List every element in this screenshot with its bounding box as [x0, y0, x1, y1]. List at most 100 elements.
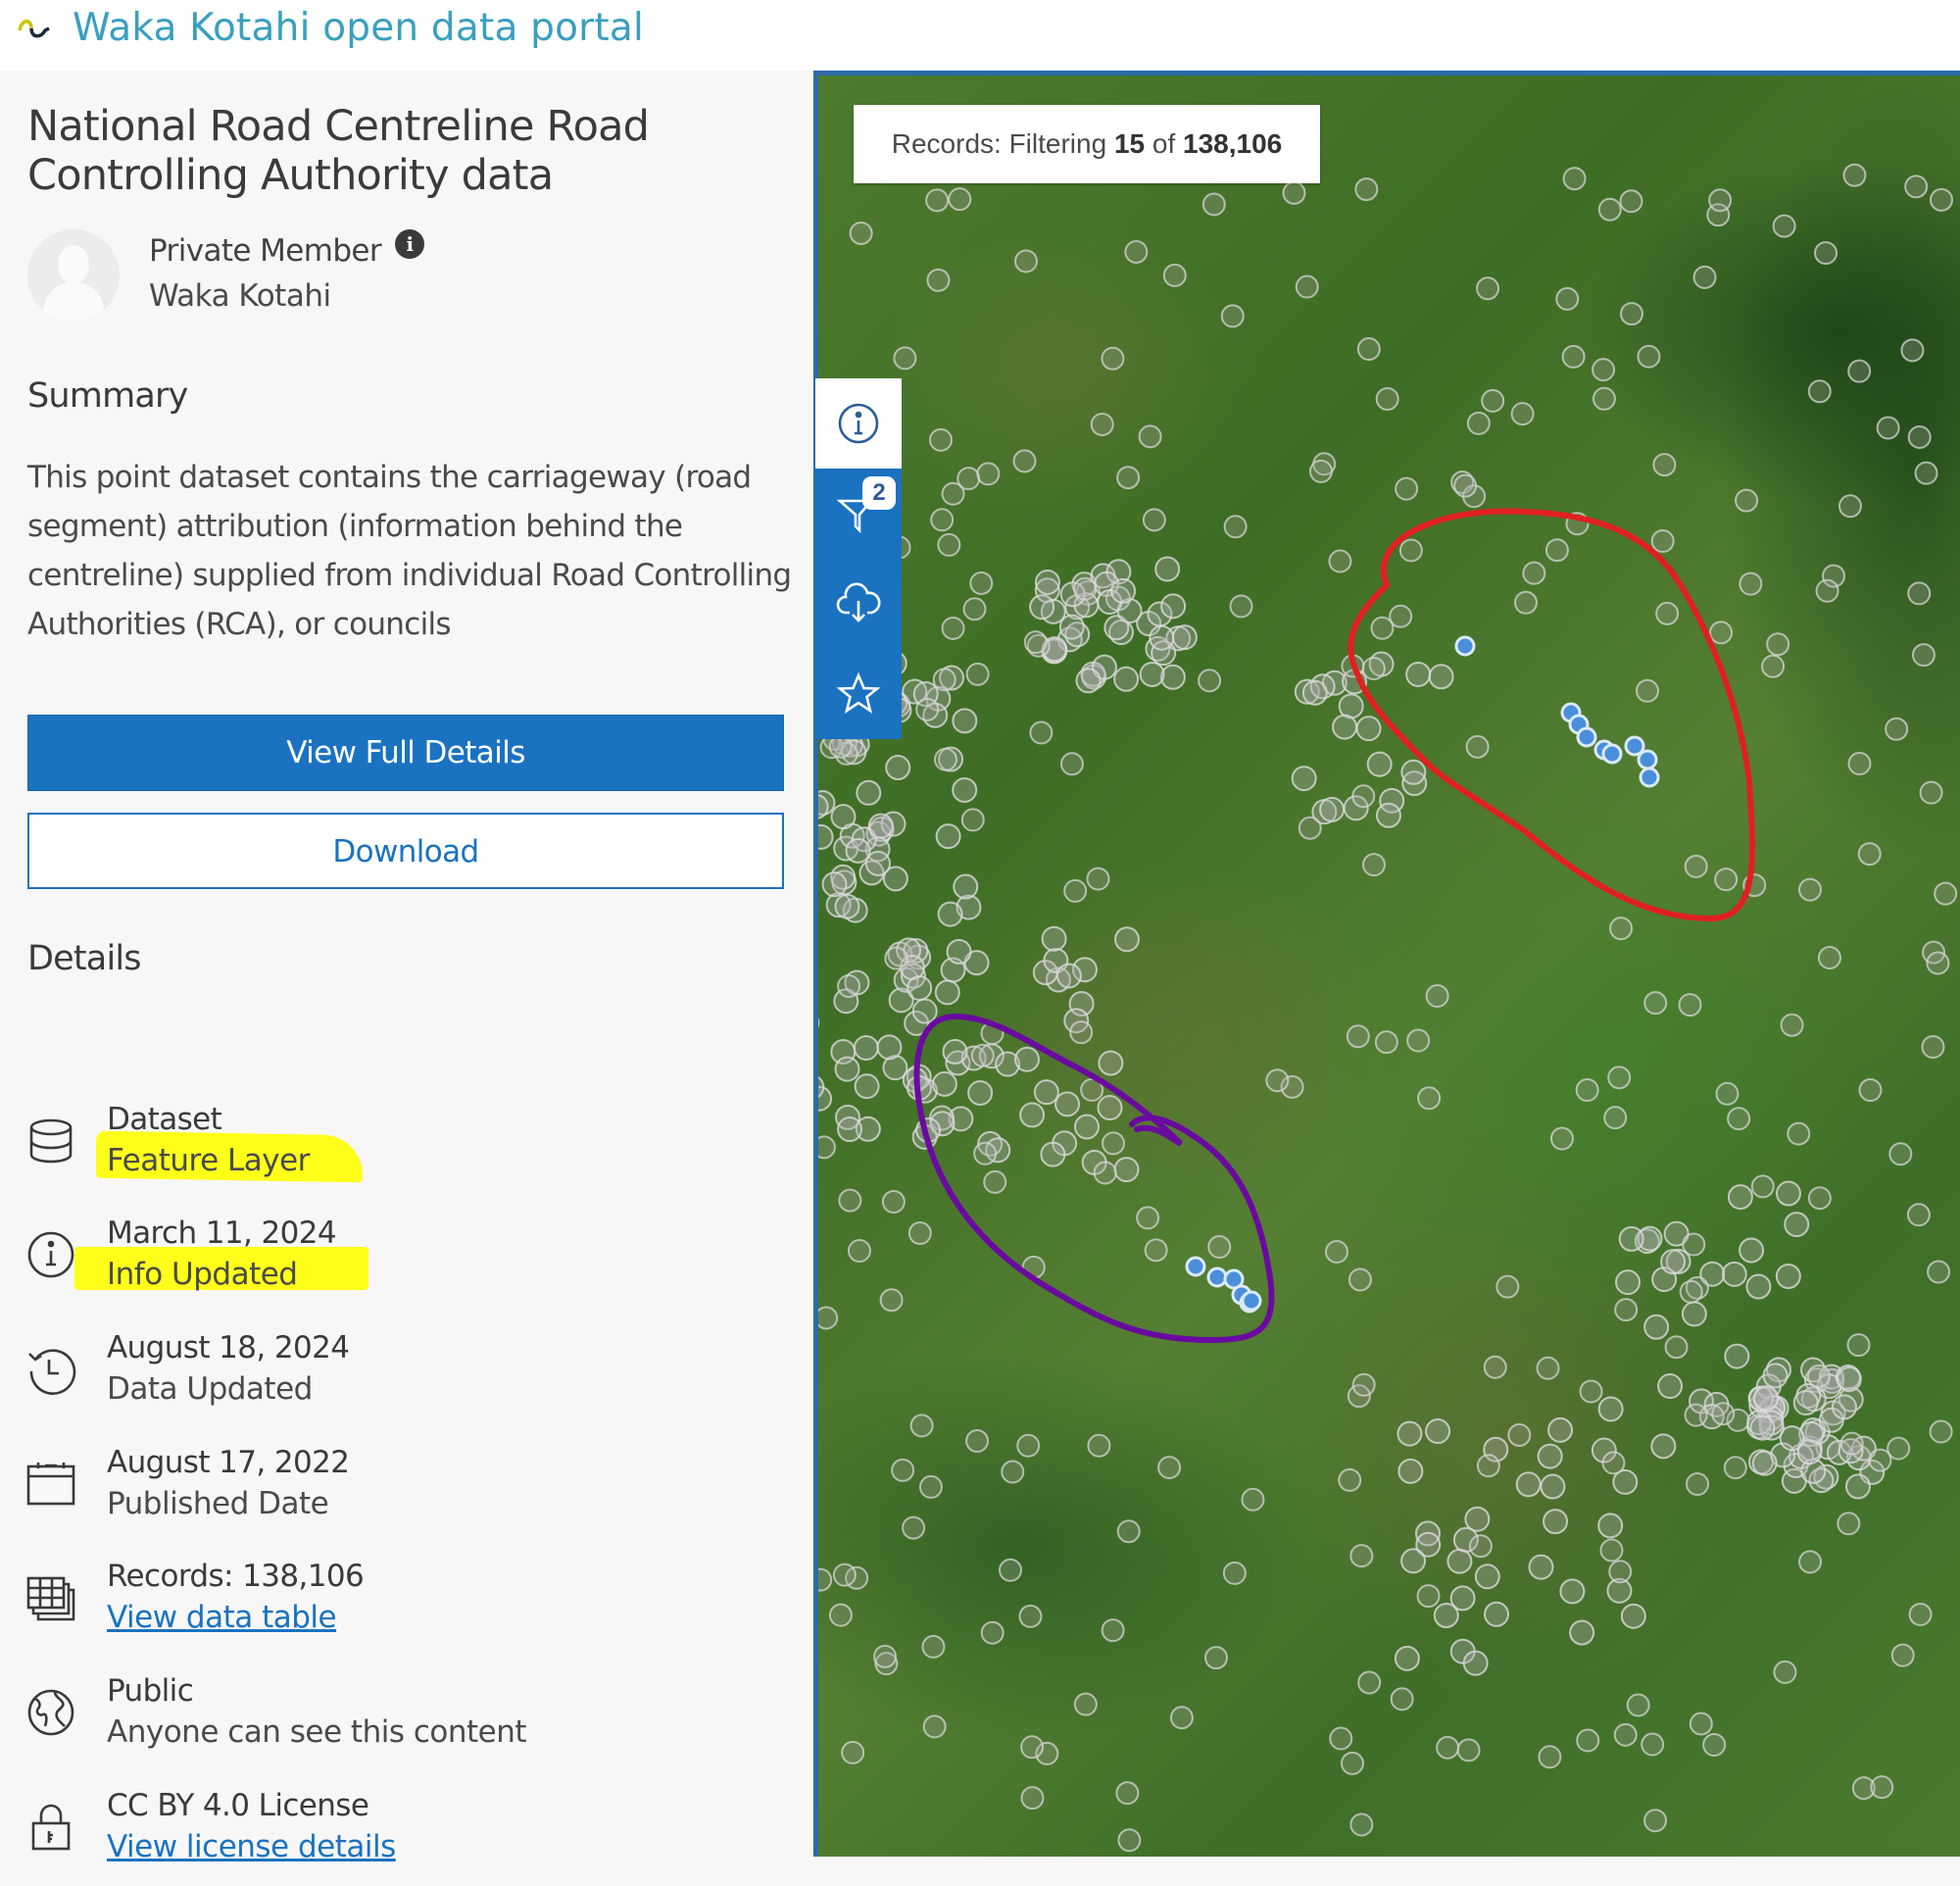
record-marker[interactable]: [1060, 616, 1084, 639]
record-marker[interactable]: [1577, 1079, 1598, 1101]
filtered-record-marker[interactable]: [1639, 751, 1656, 769]
record-marker[interactable]: [949, 188, 970, 210]
record-marker[interactable]: [924, 1715, 946, 1737]
record-marker[interactable]: [884, 867, 907, 890]
record-marker[interactable]: [1342, 1753, 1363, 1774]
record-marker[interactable]: [954, 875, 977, 899]
record-marker[interactable]: [1061, 753, 1083, 774]
record-marker[interactable]: [1886, 719, 1907, 740]
record-marker[interactable]: [1358, 338, 1380, 360]
record-marker[interactable]: [830, 1605, 852, 1626]
filtered-record-marker[interactable]: [1578, 728, 1595, 746]
record-marker[interactable]: [1541, 1475, 1564, 1499]
record-marker[interactable]: [1637, 680, 1658, 702]
record-marker[interactable]: [1544, 1510, 1567, 1533]
record-marker[interactable]: [838, 975, 859, 997]
record-marker[interactable]: [1092, 414, 1113, 435]
record-marker[interactable]: [857, 781, 880, 805]
record-marker[interactable]: [1447, 1550, 1471, 1573]
record-marker[interactable]: [927, 270, 949, 291]
record-marker[interactable]: [926, 189, 948, 211]
record-marker[interactable]: [913, 1000, 937, 1023]
record-marker[interactable]: [1030, 595, 1054, 619]
record-marker[interactable]: [1913, 644, 1935, 666]
record-marker[interactable]: [1715, 869, 1737, 890]
record-marker[interactable]: [1377, 804, 1400, 827]
record-marker[interactable]: [1600, 1539, 1622, 1561]
record-marker[interactable]: [1363, 658, 1385, 679]
record-marker[interactable]: [1482, 390, 1503, 412]
record-marker[interactable]: [847, 839, 870, 863]
record-marker[interactable]: [1041, 1143, 1064, 1166]
record-marker[interactable]: [1000, 1560, 1021, 1581]
record-marker[interactable]: [1015, 1048, 1039, 1071]
record-marker[interactable]: [907, 976, 931, 1000]
record-marker[interactable]: [1928, 1262, 1949, 1283]
record-marker[interactable]: [1508, 1424, 1530, 1446]
record-marker[interactable]: [1921, 782, 1942, 804]
view-full-details-button[interactable]: View Full Details: [27, 715, 784, 791]
record-marker[interactable]: [1599, 199, 1621, 221]
record-marker[interactable]: [920, 1476, 942, 1498]
record-marker[interactable]: [1357, 717, 1381, 740]
record-marker[interactable]: [1628, 1695, 1649, 1716]
record-marker[interactable]: [1114, 668, 1138, 691]
record-marker[interactable]: [1680, 994, 1701, 1016]
record-marker[interactable]: [1111, 579, 1135, 603]
record-marker[interactable]: [1762, 656, 1784, 677]
record-marker[interactable]: [1173, 625, 1197, 649]
record-marker[interactable]: [1454, 475, 1476, 497]
record-marker[interactable]: [1140, 425, 1161, 447]
record-marker[interactable]: [1349, 1268, 1371, 1290]
record-marker[interactable]: [1809, 380, 1831, 402]
record-marker[interactable]: [1427, 985, 1448, 1007]
filter-tool-button[interactable]: 2: [815, 469, 902, 559]
record-marker[interactable]: [1777, 1182, 1800, 1206]
record-marker[interactable]: [1118, 1829, 1140, 1851]
filtered-record-marker[interactable]: [1208, 1268, 1226, 1286]
record-marker[interactable]: [881, 1289, 903, 1311]
record-marker[interactable]: [1703, 1734, 1725, 1756]
record-marker[interactable]: [1326, 1241, 1348, 1263]
record-marker[interactable]: [1620, 1227, 1643, 1251]
record-marker[interactable]: [1377, 388, 1398, 410]
record-marker[interactable]: [1690, 1712, 1712, 1734]
record-marker[interactable]: [1297, 276, 1318, 298]
record-marker[interactable]: [1064, 880, 1086, 902]
record-marker[interactable]: [1750, 1416, 1774, 1440]
record-marker[interactable]: [830, 736, 852, 758]
record-marker[interactable]: [1074, 578, 1096, 600]
record-marker[interactable]: [1570, 1621, 1593, 1645]
record-marker[interactable]: [1451, 1586, 1475, 1610]
record-marker[interactable]: [962, 809, 984, 830]
record-marker[interactable]: [1496, 1276, 1518, 1298]
record-marker[interactable]: [1205, 1647, 1227, 1668]
record-marker[interactable]: [1407, 1030, 1429, 1052]
record-marker[interactable]: [851, 223, 872, 244]
record-marker[interactable]: [1102, 1132, 1124, 1154]
info-tool-button[interactable]: [815, 378, 902, 469]
record-marker[interactable]: [1729, 1185, 1752, 1209]
record-marker[interactable]: [1095, 1162, 1116, 1183]
record-marker[interactable]: [1470, 1535, 1492, 1557]
record-marker[interactable]: [1376, 1031, 1397, 1053]
record-marker[interactable]: [1025, 631, 1047, 653]
record-marker[interactable]: [836, 1058, 859, 1081]
record-marker[interactable]: [1477, 277, 1498, 299]
record-marker[interactable]: [1266, 1069, 1288, 1091]
record-marker[interactable]: [838, 1117, 861, 1141]
record-marker[interactable]: [869, 815, 893, 838]
filtered-record-marker[interactable]: [1243, 1292, 1260, 1310]
record-marker[interactable]: [1843, 165, 1865, 186]
record-marker[interactable]: [1208, 1236, 1230, 1258]
record-marker[interactable]: [1115, 927, 1139, 951]
record-marker[interactable]: [1137, 1207, 1158, 1228]
record-marker[interactable]: [1515, 592, 1537, 614]
record-marker[interactable]: [1781, 1426, 1804, 1450]
record-marker[interactable]: [1043, 927, 1066, 951]
record-marker[interactable]: [1728, 1108, 1749, 1129]
record-marker[interactable]: [1330, 1728, 1351, 1750]
record-marker[interactable]: [1021, 1787, 1043, 1809]
record-marker[interactable]: [1604, 1107, 1626, 1128]
record-marker[interactable]: [911, 1414, 933, 1436]
